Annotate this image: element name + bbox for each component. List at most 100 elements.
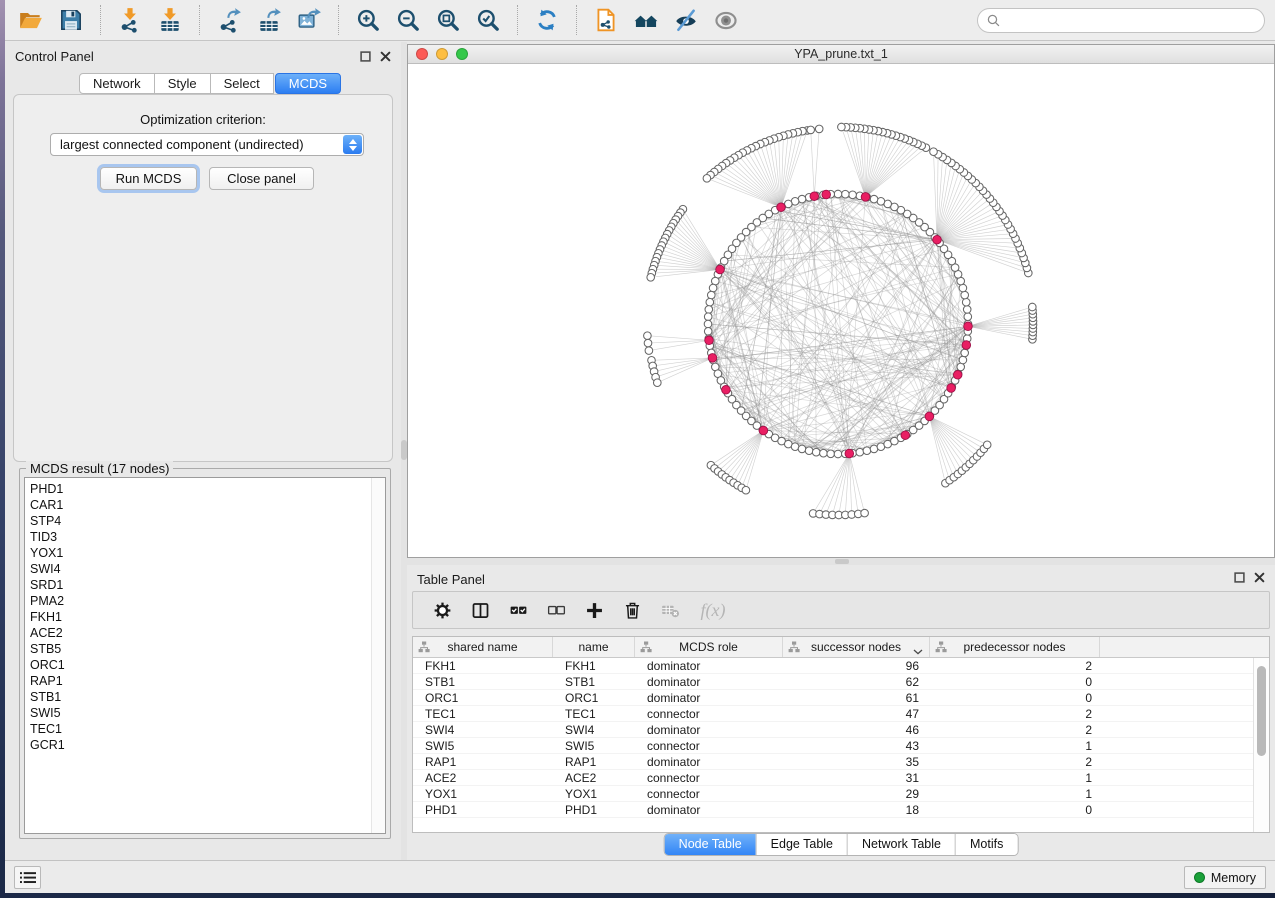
export-table-button[interactable] xyxy=(249,3,289,37)
network-node[interactable] xyxy=(1029,303,1037,311)
network-node[interactable] xyxy=(861,509,869,517)
horizontal-splitter-handle[interactable] xyxy=(835,559,849,564)
list-item[interactable]: PHD1 xyxy=(30,481,385,497)
export-image-button[interactable] xyxy=(289,3,329,37)
horizontal-splitter[interactable] xyxy=(407,558,1275,565)
network-canvas[interactable] xyxy=(408,64,1274,557)
list-item[interactable]: GCR1 xyxy=(30,737,385,753)
network-node[interactable] xyxy=(709,284,717,292)
network-node[interactable] xyxy=(703,175,711,183)
tab-mcds[interactable]: MCDS xyxy=(275,73,341,94)
list-item[interactable]: YOX1 xyxy=(30,545,385,561)
network-node[interactable] xyxy=(930,148,938,156)
network-node[interactable] xyxy=(838,123,846,131)
network-node[interactable] xyxy=(842,190,850,198)
dominator-node[interactable] xyxy=(933,235,942,244)
network-node[interactable] xyxy=(815,125,823,133)
zoom-selected-button[interactable] xyxy=(468,3,508,37)
dominator-node[interactable] xyxy=(947,384,956,393)
network-node[interactable] xyxy=(961,349,969,357)
close-table-panel-icon[interactable] xyxy=(1253,571,1265,583)
table-row[interactable]: ORC1ORC1dominator610 xyxy=(413,690,1269,706)
dominator-node[interactable] xyxy=(777,203,786,212)
export-network-button[interactable] xyxy=(209,3,249,37)
delete-table-button[interactable] xyxy=(651,595,689,625)
select-all-button[interactable] xyxy=(499,595,537,625)
network-node[interactable] xyxy=(983,441,991,449)
float-panel-icon[interactable] xyxy=(359,50,371,62)
list-item[interactable]: TID3 xyxy=(30,529,385,545)
network-node[interactable] xyxy=(820,449,828,457)
table-row[interactable]: FKH1FKH1dominator962 xyxy=(413,658,1269,674)
network-node[interactable] xyxy=(704,320,712,328)
import-table-button[interactable] xyxy=(150,3,190,37)
network-node[interactable] xyxy=(834,190,842,198)
list-item[interactable]: SWI5 xyxy=(30,705,385,721)
tab-network[interactable]: Network xyxy=(79,73,155,94)
network-node[interactable] xyxy=(964,313,972,321)
show-graphics-details-button[interactable] xyxy=(706,3,746,37)
dominator-node[interactable] xyxy=(925,412,934,421)
network-node[interactable] xyxy=(805,447,813,455)
tab-node-table[interactable]: Node Table xyxy=(665,834,756,855)
column-header-MCDS-role[interactable]: MCDS role xyxy=(635,637,783,657)
network-node[interactable] xyxy=(644,332,652,340)
network-node[interactable] xyxy=(961,291,969,299)
close-panel-icon[interactable] xyxy=(379,50,391,62)
run-mcds-button[interactable]: Run MCDS xyxy=(100,167,197,190)
float-table-panel-icon[interactable] xyxy=(1233,571,1245,583)
dominator-node[interactable] xyxy=(953,371,962,380)
memory-button[interactable]: Memory xyxy=(1184,866,1266,889)
dominator-node[interactable] xyxy=(705,336,714,345)
network-node[interactable] xyxy=(870,195,878,203)
network-node[interactable] xyxy=(834,450,842,458)
dominator-node[interactable] xyxy=(822,190,831,199)
search-box[interactable] xyxy=(977,8,1265,33)
network-node[interactable] xyxy=(647,274,655,282)
open-session-button[interactable] xyxy=(11,3,51,37)
list-item[interactable]: PMA2 xyxy=(30,593,385,609)
network-node[interactable] xyxy=(962,298,970,306)
list-item[interactable]: CAR1 xyxy=(30,497,385,513)
save-session-button[interactable] xyxy=(51,3,91,37)
network-node[interactable] xyxy=(849,191,857,199)
list-item[interactable]: STP4 xyxy=(30,513,385,529)
settings-button[interactable] xyxy=(423,595,461,625)
network-node[interactable] xyxy=(654,379,662,387)
dominator-node[interactable] xyxy=(759,426,768,435)
list-item[interactable]: ORC1 xyxy=(30,657,385,673)
dominator-node[interactable] xyxy=(845,449,854,458)
dominator-node[interactable] xyxy=(962,341,971,350)
network-node[interactable] xyxy=(708,291,716,299)
delete-columns-button[interactable] xyxy=(613,595,651,625)
column-header-name[interactable]: name xyxy=(553,637,635,657)
dominator-node[interactable] xyxy=(901,431,910,440)
refresh-button[interactable] xyxy=(527,3,567,37)
function-builder-button[interactable]: f(x) xyxy=(689,595,737,625)
table-row[interactable]: TEC1TEC1connector472 xyxy=(413,706,1269,722)
close-panel-button[interactable]: Close panel xyxy=(209,167,314,190)
network-node[interactable] xyxy=(798,445,806,453)
import-network-button[interactable] xyxy=(110,3,150,37)
split-view-button[interactable] xyxy=(461,595,499,625)
list-item[interactable]: SWI4 xyxy=(30,561,385,577)
unselect-all-button[interactable] xyxy=(537,595,575,625)
column-header-successor-nodes[interactable]: successor nodes xyxy=(783,637,930,657)
table-row[interactable]: PHD1PHD1dominator180 xyxy=(413,802,1269,818)
dominator-node[interactable] xyxy=(708,354,717,363)
hide-graphics-details-button[interactable] xyxy=(666,3,706,37)
list-item[interactable]: FKH1 xyxy=(30,609,385,625)
dominator-node[interactable] xyxy=(861,193,870,202)
tab-style[interactable]: Style xyxy=(154,73,211,94)
tab-motifs[interactable]: Motifs xyxy=(955,834,1017,855)
search-input[interactable] xyxy=(1006,13,1256,27)
homes-button[interactable] xyxy=(626,3,666,37)
network-node[interactable] xyxy=(706,298,714,306)
list-item[interactable]: SRD1 xyxy=(30,577,385,593)
network-node[interactable] xyxy=(963,306,971,314)
column-header-predecessor-nodes[interactable]: predecessor nodes xyxy=(930,637,1100,657)
add-column-button[interactable] xyxy=(575,595,613,625)
tab-network-table[interactable]: Network Table xyxy=(847,834,955,855)
network-node[interactable] xyxy=(704,328,712,336)
dominator-node[interactable] xyxy=(716,265,725,274)
